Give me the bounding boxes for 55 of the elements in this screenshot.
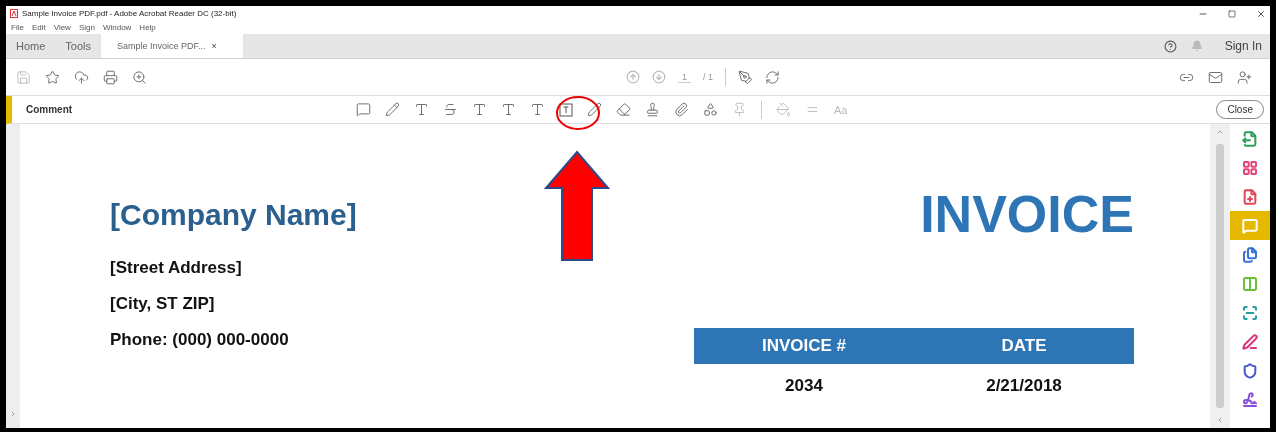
menu-item[interactable]: File [11, 23, 24, 32]
highlight-icon[interactable] [385, 102, 400, 117]
cloud-upload-icon[interactable] [74, 69, 89, 85]
rotate-icon[interactable] [765, 69, 780, 85]
table-header: DATE [914, 328, 1134, 364]
window-title: Sample Invoice PDF.pdf - Adobe Acrobat Reader DC (32-bit) [22, 9, 238, 18]
sign-in-link[interactable]: Sign In [1224, 39, 1262, 53]
page-count: / 1 [703, 72, 713, 82]
sticky-note-icon[interactable] [356, 102, 371, 117]
insert-text-icon[interactable] [501, 102, 516, 117]
tab-close[interactable]: × [211, 41, 217, 51]
scroll-up-icon[interactable] [1216, 128, 1224, 136]
replace-text-icon[interactable] [472, 102, 487, 117]
text-box-icon[interactable] [559, 102, 573, 117]
print-icon[interactable] [103, 69, 118, 85]
expand-icon[interactable] [9, 410, 17, 418]
circle-annotation [555, 95, 601, 131]
eraser-icon[interactable] [616, 102, 631, 117]
comment-label: Comment [26, 104, 74, 115]
pencil-icon[interactable] [587, 102, 602, 117]
mail-icon[interactable] [1208, 69, 1223, 85]
address-line: [Street Address] [110, 258, 243, 278]
tab[interactable]: Sample Invoice PDF... × [101, 34, 244, 58]
tab[interactable]: Tools [55, 34, 102, 58]
star-icon[interactable] [45, 69, 60, 85]
invoice-title: INVOICE [920, 184, 1134, 244]
menu-item[interactable]: Edit [31, 23, 46, 32]
help-icon[interactable] [1163, 39, 1177, 53]
paperclip-icon[interactable] [674, 102, 689, 117]
stamp-icon[interactable] [645, 102, 660, 117]
app-logo-icon [10, 9, 18, 18]
restore-icon[interactable] [1228, 9, 1236, 18]
menu-item[interactable]: View [53, 23, 71, 32]
close-button[interactable]: Close [1216, 100, 1264, 119]
company-name: [Company Name] [110, 198, 357, 232]
pen-icon[interactable] [738, 69, 753, 85]
address-line: Phone: (000) 000-0000 [110, 330, 290, 350]
table-header: INVOICE # [694, 328, 914, 364]
search-icon[interactable] [132, 69, 147, 85]
scroll-left-icon[interactable] [1216, 416, 1224, 424]
close-icon[interactable] [1256, 8, 1266, 19]
underline-text-icon[interactable] [414, 102, 429, 117]
strikethrough-icon[interactable] [443, 102, 458, 117]
fill-color-icon[interactable] [776, 102, 791, 117]
tab[interactable]: Home [6, 34, 56, 58]
scrollbar-thumb[interactable] [1216, 144, 1224, 408]
table-cell-text: 2/21/2018 [985, 375, 1063, 397]
text-icon[interactable] [530, 102, 545, 117]
add-user-icon[interactable] [1237, 69, 1252, 85]
menu-item[interactable]: Help [139, 23, 156, 32]
menu-item[interactable]: Sign [78, 23, 95, 32]
shapes-icon[interactable] [703, 102, 718, 117]
address-line: [City, ST ZIP] [110, 294, 216, 314]
table-cell-text: 2034 [784, 375, 824, 397]
menu-item[interactable]: Window [102, 23, 132, 32]
